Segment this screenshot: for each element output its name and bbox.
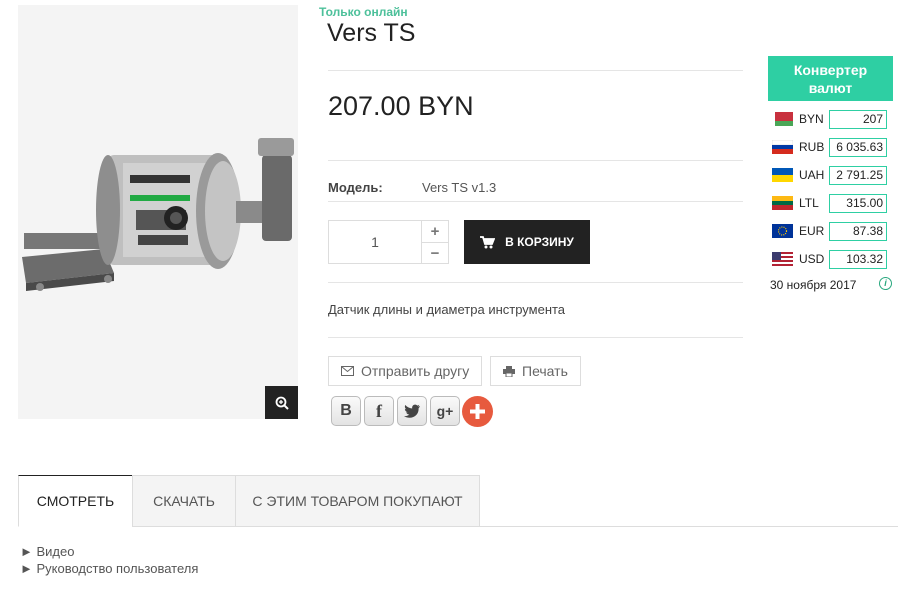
google-plus-share-button[interactable]: g+ xyxy=(430,396,460,426)
product-image[interactable] xyxy=(18,5,298,419)
currency-row-eur: EUR 87.38 xyxy=(772,220,892,242)
vk-icon: В xyxy=(340,402,352,419)
currency-row-usd: USD 103.32 xyxy=(772,248,892,270)
currency-row-byn: BYN 207 xyxy=(772,108,892,130)
currency-code: USD xyxy=(799,252,825,266)
currency-converter-title-line1: Конвертер xyxy=(793,61,868,78)
converter-date: 30 ноября 2017 xyxy=(770,278,857,292)
twitter-icon xyxy=(404,404,420,418)
zoom-in-icon xyxy=(275,396,289,410)
currency-row-rub: RUB 6 035.63 xyxy=(772,136,892,158)
envelope-icon xyxy=(341,366,354,376)
currency-code: EUR xyxy=(799,224,825,238)
ukraine-flag-icon xyxy=(772,168,793,182)
currency-code: UAH xyxy=(799,168,825,182)
print-label: Печать xyxy=(522,363,568,379)
divider xyxy=(328,337,743,338)
vk-share-button[interactable]: В xyxy=(331,396,361,426)
currency-code: RUB xyxy=(799,140,825,154)
quantity-input[interactable]: 1 xyxy=(328,220,422,264)
cart-icon xyxy=(480,235,496,248)
tab-view[interactable]: СМОТРЕТЬ xyxy=(18,475,133,527)
twitter-share-button[interactable] xyxy=(397,396,427,426)
availability-label: Только онлайн xyxy=(319,5,408,19)
divider xyxy=(328,160,743,161)
currency-code: LTL xyxy=(799,196,819,210)
facebook-icon: f xyxy=(376,400,382,421)
usa-flag-icon xyxy=(772,252,793,266)
currency-row-uah: UAH 2 791.25 xyxy=(772,164,892,186)
currency-code: BYN xyxy=(799,112,824,126)
tab-related-products[interactable]: С ЭТИМ ТОВАРОМ ПОКУПАЮТ xyxy=(235,475,480,527)
divider xyxy=(328,70,743,71)
google-plus-icon: g+ xyxy=(436,403,454,419)
video-link[interactable]: ► Видео xyxy=(20,544,74,559)
more-share-button[interactable] xyxy=(462,396,493,427)
divider xyxy=(328,282,743,283)
lithuania-flag-icon xyxy=(772,196,793,210)
currency-row-ltl: LTL 315.00 xyxy=(772,192,892,214)
currency-converter-title: Конвертер валют xyxy=(768,56,893,101)
tab-download[interactable]: СКАЧАТЬ xyxy=(132,475,236,527)
model-value: Vers TS v1.3 xyxy=(422,180,497,195)
print-button[interactable]: Печать xyxy=(490,356,581,386)
add-to-cart-label: В КОРЗИНУ xyxy=(505,235,574,249)
currency-value-input[interactable]: 87.38 xyxy=(829,221,887,241)
send-to-friend-button[interactable]: Отправить другу xyxy=(328,356,483,386)
quantity-stepper: + − xyxy=(422,220,449,264)
divider xyxy=(328,201,743,202)
product-price: 207.00 BYN xyxy=(328,91,474,121)
facebook-share-button[interactable]: f xyxy=(364,396,394,426)
zoom-button[interactable] xyxy=(265,386,298,419)
belarus-flag-icon xyxy=(772,112,793,126)
currency-value-input[interactable]: 2 791.25 xyxy=(829,165,887,185)
model-label: Модель: xyxy=(328,180,383,195)
currency-converter-title-line2: валют xyxy=(808,79,853,96)
info-icon[interactable]: i xyxy=(879,277,892,290)
currency-value-input[interactable]: 103.32 xyxy=(829,249,887,269)
user-manual-link[interactable]: ► Руководство пользователя xyxy=(20,561,198,576)
quantity-increase-button[interactable]: + xyxy=(422,221,448,243)
send-to-friend-label: Отправить другу xyxy=(361,363,470,379)
russia-flag-icon xyxy=(772,140,793,154)
product-photo xyxy=(22,138,294,291)
currency-value-input[interactable]: 207 xyxy=(829,109,887,129)
currency-value-input[interactable]: 6 035.63 xyxy=(829,137,887,157)
plus-icon xyxy=(470,404,485,419)
quantity-decrease-button[interactable]: − xyxy=(422,243,448,264)
printer-icon xyxy=(503,365,515,377)
currency-value-input[interactable]: 315.00 xyxy=(829,193,887,213)
add-to-cart-button[interactable]: В КОРЗИНУ xyxy=(464,220,590,264)
product-title: Vers TS xyxy=(327,19,416,47)
product-description: Датчик длины и диаметра инструмента xyxy=(328,302,566,317)
eu-flag-icon xyxy=(772,224,793,238)
